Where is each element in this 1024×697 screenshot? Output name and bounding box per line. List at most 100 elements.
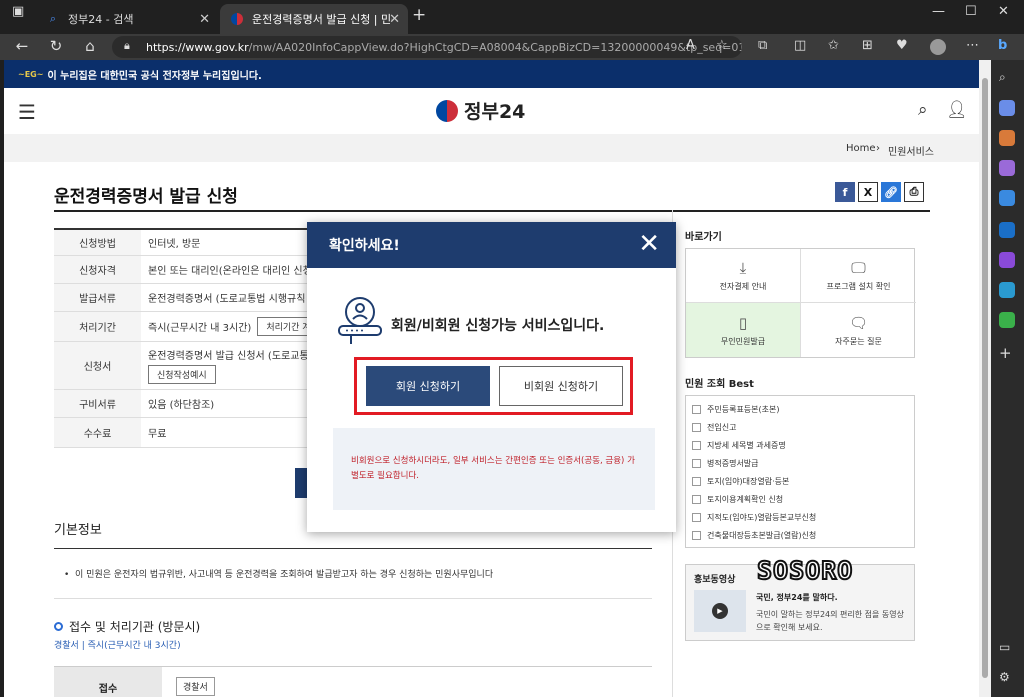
row-label: 발급서류 [54, 284, 141, 311]
copilot-icon[interactable]: b [998, 38, 1007, 53]
health-icon[interactable]: ♥ [896, 38, 908, 53]
tag-icon[interactable] [999, 100, 1015, 116]
site-logo[interactable]: 정부24 [436, 97, 525, 124]
row-label: 신청방법 [54, 230, 141, 255]
close-icon[interactable]: ✕ [199, 12, 210, 27]
modal-header: 확인하세요! ✕ [307, 222, 676, 268]
minimize-icon[interactable]: — [932, 4, 945, 19]
share-buttons: f X 🔗︎ ⎙ [835, 182, 924, 202]
link-icon[interactable]: 🔗︎ [881, 182, 901, 202]
send-icon[interactable] [999, 282, 1015, 298]
collections-icon[interactable]: ⊞ [862, 38, 873, 53]
address-toolbar: ← ↻ ⌂ https://www.gov.kr/mw/AA020InfoCap… [0, 34, 1024, 60]
web-page: ~EG~ 이 누리집은 대한민국 공식 전자정부 누리집입니다. ☰ 정부24 … [4, 60, 979, 697]
user-icon[interactable]: 👤︎ [946, 100, 968, 120]
url-path: /mw/AA020InfoCappView.do?HighCtgCD=A0800… [248, 40, 742, 54]
tab-search[interactable]: ⌕ 정부24 - 검색 ✕ [36, 4, 218, 34]
watermark: SOSORO [756, 555, 854, 586]
breadcrumb: Home › 민원서비스 [4, 134, 979, 162]
list-item[interactable]: 전입신고 [692, 418, 914, 436]
taegeuk-icon [436, 99, 458, 122]
lock-icon[interactable]: 🔒︎ [124, 39, 130, 53]
best-list: 주민등록표등본(초본) 전입신고 지방세 세목별 과세증명 병적증명서발급 토지… [685, 395, 915, 548]
gov-banner: ~EG~ 이 누리집은 대한민국 공식 전자정부 누리집입니다. [4, 60, 979, 88]
police-station-chip[interactable]: 경찰서 [176, 677, 215, 696]
scroll-thumb[interactable] [982, 78, 988, 678]
hamburger-menu-icon[interactable]: ☰ [18, 100, 36, 124]
form-example-button[interactable]: 신청작성예시 [148, 365, 216, 384]
member-apply-button[interactable]: 회원 신청하기 [366, 366, 490, 406]
list-item[interactable]: 지적도(임야도)열람등본교부신청 [692, 508, 914, 526]
row-label: 수수료 [54, 418, 141, 447]
list-item[interactable]: 토지이용계획확인 신청 [692, 490, 914, 508]
confirm-modal: 확인하세요! ✕ 회원/비회원 신청가능 서비스입니다. 회원 신청하기 비회원… [307, 222, 676, 532]
add-icon[interactable]: + [999, 344, 1015, 362]
x-twitter-icon[interactable]: X [858, 182, 878, 202]
extensions-icon[interactable]: ⧉ [758, 38, 767, 53]
shortcut-grid: ⤓ 전자결제 안내 🖵︎ 프로그램 설치 확인 ▯ 무인민원발급 🗨︎ 자주묻는 질문 [685, 248, 916, 358]
reception-subtext[interactable]: 경찰서 | 즉시(근무시간 내 3시간) [54, 638, 181, 651]
home-icon[interactable]: ⌂ [80, 37, 100, 55]
promo-headline[interactable]: 국민, 정부24를 말하다. [756, 592, 838, 603]
tree-icon[interactable] [999, 312, 1015, 328]
page-scrollbar[interactable] [979, 60, 991, 697]
bullet-icon [54, 622, 63, 631]
designer-icon[interactable] [999, 252, 1015, 268]
back-icon[interactable]: ← [12, 37, 32, 55]
profile-avatar[interactable] [930, 39, 946, 55]
shortcut-payment-guide[interactable]: ⤓ 전자결제 안내 [686, 249, 801, 303]
close-icon[interactable]: ✕ [389, 12, 400, 27]
more-icon[interactable]: ⋯ [966, 38, 979, 53]
favorite-star-icon[interactable]: ☆ [716, 38, 728, 53]
split-screen-icon[interactable]: ◫ [794, 38, 806, 53]
apply-button-partial[interactable] [295, 468, 307, 498]
list-item[interactable]: 건축물대장등초본발급(열람)신청 [692, 526, 914, 544]
new-tab-icon[interactable]: + [412, 5, 426, 25]
sidebar-layout-icon[interactable]: ▭ [999, 640, 1015, 656]
url-bar[interactable]: https://www.gov.kr/mw/AA020InfoCappView.… [112, 36, 742, 58]
search-icon[interactable]: ⌕ [918, 100, 928, 120]
search-icon[interactable]: ⌕ [999, 70, 1015, 86]
favorites-icon[interactable]: ✩ [828, 38, 839, 53]
site-header: ☰ 정부24 ⌕ 👤︎ [4, 88, 979, 134]
search-icon: ⌕ [49, 12, 57, 25]
shortcut-faq[interactable]: 🗨︎ 자주묻는 질문 [801, 303, 916, 357]
toolbox-icon[interactable] [999, 130, 1015, 146]
shortcut-kiosk[interactable]: ▯ 무인민원발급 [686, 303, 801, 357]
browser-tab-bar: ▣ ⌕ 정부24 - 검색 ✕ 운전경력증명서 발급 신청 | 민원 ✕ + —… [0, 0, 1024, 34]
list-item[interactable]: 병적증명서발급 [692, 454, 914, 472]
nonmember-apply-button[interactable]: 비회원 신청하기 [499, 366, 623, 406]
right-panel: 바로가기 ⤓ 전자결제 안내 🖵︎ 프로그램 설치 확인 ▯ 무인민원발급 🗨︎ 자주묻… [672, 210, 934, 697]
office-icon[interactable] [999, 190, 1015, 206]
breadcrumb-current[interactable]: 민원서비스 [888, 143, 934, 158]
settings-icon[interactable]: ⚙ [999, 670, 1015, 686]
row-value: 운전경력증명서 발급 신청서 (도로교통법 시 [148, 351, 331, 362]
url-host: https://www.gov.kr [146, 40, 249, 54]
chat-icon: 🗨︎ [848, 313, 869, 332]
basic-info-text: • 이 민원은 운전자의 법규위반, 사고내역 등 운전경력을 조회하여 발급받… [64, 570, 494, 580]
reception-heading: 접수 및 처리기관 (방문시) [54, 618, 200, 635]
tab-current[interactable]: 운전경력증명서 발급 신청 | 민원 ✕ [220, 4, 408, 34]
close-icon[interactable]: ✕ [638, 230, 660, 258]
breadcrumb-home[interactable]: Home [846, 143, 876, 154]
refresh-icon[interactable]: ↻ [46, 37, 66, 55]
list-item[interactable]: 주민등록표등본(초본) [692, 400, 914, 418]
list-item[interactable]: 토지(임야)대장열람·등본 [692, 472, 914, 490]
shortcut-program-check[interactable]: 🖵︎ 프로그램 설치 확인 [801, 249, 916, 303]
outlook-icon[interactable] [999, 222, 1015, 238]
facebook-icon[interactable]: f [835, 182, 855, 202]
tab-actions-icon[interactable]: ▣ [12, 4, 24, 19]
basic-info-body: 이 민원은 운전자의 법규위반, 사고내역 등 운전경력을 조회하여 발급받고자… [75, 570, 494, 580]
window-close-icon[interactable]: ✕ [998, 4, 1009, 19]
list-item[interactable]: 지방세 세목별 과세증명 [692, 436, 914, 454]
maximize-icon[interactable]: ☐ [965, 4, 977, 19]
video-thumbnail[interactable]: ▶ [694, 590, 746, 632]
print-icon[interactable]: ⎙ [904, 182, 924, 202]
divider [54, 598, 652, 599]
breadcrumb-separator: › [876, 143, 880, 154]
read-aloud-icon[interactable]: A [686, 38, 695, 53]
games-icon[interactable] [999, 160, 1015, 176]
reception-heading-text: 접수 및 처리기관 (방문시) [69, 620, 201, 634]
gov-favicon-icon [230, 12, 244, 26]
play-icon[interactable]: ▶ [712, 603, 728, 619]
